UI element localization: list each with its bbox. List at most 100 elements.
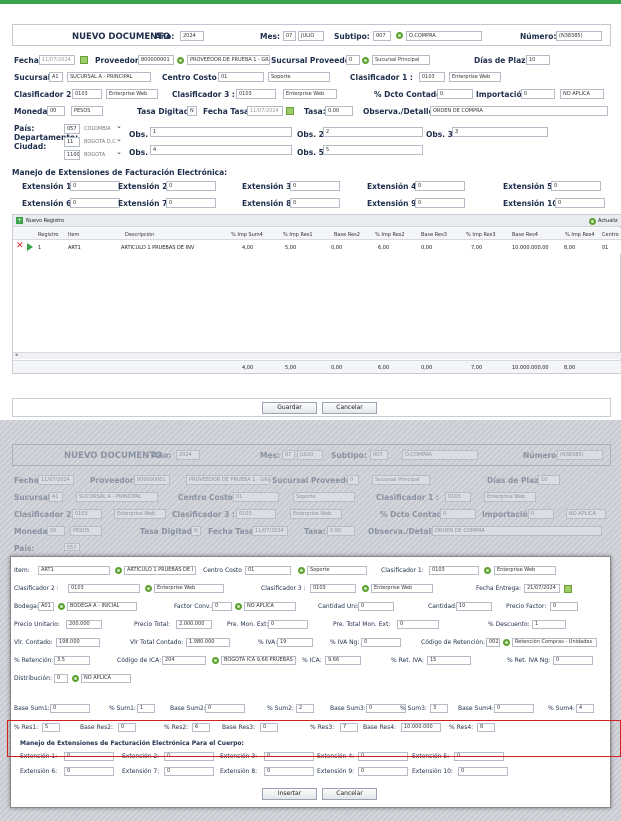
- obs3-input[interactable]: 3: [452, 127, 548, 137]
- proveedor-name-input[interactable]: PROVEEDOR DE PRUEBA 1 - GRAN CONT: [187, 55, 270, 65]
- moneda-name-input[interactable]: PESOS: [71, 106, 103, 116]
- modal-item-desc-input[interactable]: ARTICULO 1 PRUEBAS DE I: [124, 566, 196, 575]
- sucursal-code-input[interactable]: A1: [49, 72, 63, 82]
- modal-clas1-name-input[interactable]: Enterprise Web: [494, 566, 556, 575]
- modal-cc-name-input[interactable]: Soporte: [307, 566, 367, 575]
- extension-5-input[interactable]: 0: [551, 181, 601, 191]
- modal-ret-iva-ng-input[interactable]: 0: [553, 656, 593, 665]
- modal-pre-total-mon-input[interactable]: 0: [397, 620, 439, 629]
- extension-10-input[interactable]: 0: [555, 198, 605, 208]
- centro-costo-name-input[interactable]: Soporte: [268, 72, 330, 82]
- extension-3-input[interactable]: 0: [290, 181, 340, 191]
- modal-clas2-code-input[interactable]: 0103: [68, 584, 140, 593]
- modal-clas2-search-icon[interactable]: [145, 585, 152, 592]
- ciudad-dropdown-chevron-icon[interactable]: ⌄: [116, 148, 122, 156]
- extension-6-input[interactable]: 0: [70, 198, 120, 208]
- modal-distrib-search-icon[interactable]: [72, 675, 79, 682]
- modal-extension-10-input[interactable]: 0: [458, 767, 508, 776]
- modal-fecha-entrega-input[interactable]: 21/07/2024: [524, 584, 560, 593]
- tasa-input[interactable]: 0.00: [325, 106, 353, 116]
- modal-clas3-name-input[interactable]: Enterprise Web: [371, 584, 433, 593]
- scroll-left-icon[interactable]: ◂: [15, 352, 18, 358]
- modal-ret-iva-input[interactable]: 15: [427, 656, 471, 665]
- modal-cant-uni-input[interactable]: 0: [358, 602, 394, 611]
- clasificador2-code-input[interactable]: 0103: [72, 89, 102, 99]
- modal-bodega-code-input[interactable]: A01: [38, 602, 54, 611]
- modal-sum-7-input[interactable]: 0: [494, 704, 534, 713]
- grid-header-1[interactable]: Registro: [38, 232, 58, 238]
- fecha-tasa-calendar-icon[interactable]: [286, 107, 294, 115]
- obs5-input[interactable]: 5: [323, 145, 423, 155]
- update-button[interactable]: Actualiz: [598, 218, 618, 224]
- update-icon[interactable]: [589, 218, 596, 225]
- modal-factor-conv-search-icon[interactable]: [235, 603, 242, 610]
- grid-scrollbar[interactable]: [13, 352, 621, 359]
- grid-header-3[interactable]: Descripción: [125, 232, 154, 238]
- modal-insertar-button[interactable]: Insertar: [262, 788, 317, 800]
- modal-cantidad-input[interactable]: 10: [456, 602, 492, 611]
- grid-header-9[interactable]: % Imp Res3: [466, 232, 496, 238]
- sucursal-name-input[interactable]: SUCURSAL A - PRINCIPAL: [67, 72, 151, 82]
- modal-vlr-contado-input[interactable]: 198.000: [56, 638, 100, 647]
- grid-header-8[interactable]: Base Res3: [421, 232, 447, 238]
- extension-8-input[interactable]: 0: [290, 198, 340, 208]
- departamento-name-select[interactable]: BOGOTA D.C.: [84, 139, 117, 145]
- extension-4-input[interactable]: 0: [415, 181, 465, 191]
- modal-cod-ica-search-icon[interactable]: [212, 657, 219, 664]
- modal-sum-4-input[interactable]: 2: [296, 704, 314, 713]
- dias-plazo-input[interactable]: 10: [526, 55, 550, 65]
- fecha-calendar-icon[interactable]: [80, 56, 88, 64]
- number-input[interactable]: (N38385): [556, 31, 602, 41]
- grid-header-12[interactable]: Centro: [602, 232, 619, 238]
- modal-extension-7-input[interactable]: 0: [164, 767, 214, 776]
- proveedor-code-input[interactable]: 800000001: [138, 55, 174, 65]
- clasificador3-name-input[interactable]: Enterprise Web: [283, 89, 337, 99]
- modal-cod-ica-name-input[interactable]: BOGOTA ICA 9,66 PRUEBAS: [221, 656, 296, 665]
- modal-clas3-code-input[interactable]: 0103: [310, 584, 356, 593]
- modal-ica-input[interactable]: 9.66: [325, 656, 361, 665]
- extension-1-input[interactable]: 0: [70, 181, 120, 191]
- modal-clas1-code-input[interactable]: 0103: [429, 566, 479, 575]
- modal-fecha-entrega-calendar-icon[interactable]: [564, 585, 572, 593]
- obs2-input[interactable]: 2: [323, 127, 423, 137]
- extension-9-input[interactable]: 0: [415, 198, 465, 208]
- year-input[interactable]: 2024: [180, 31, 204, 41]
- modal-factor-conv-name-input[interactable]: NO APLICA: [244, 602, 296, 611]
- modal-sum-6-input[interactable]: 3: [430, 704, 448, 713]
- month-name-input[interactable]: JULIO: [298, 31, 324, 41]
- edit-row-play-icon[interactable]: [27, 243, 33, 251]
- modal-iva-input[interactable]: 19: [277, 638, 313, 647]
- fecha-input[interactable]: 11/07/2024: [39, 55, 75, 65]
- modal-cc-search-icon[interactable]: [298, 567, 305, 574]
- modal-distrib-name-input[interactable]: NO APLICA: [81, 674, 131, 683]
- modal-cod-ret-search-icon[interactable]: [503, 639, 510, 646]
- modal-extension-6-input[interactable]: 0: [64, 767, 114, 776]
- modal-retencion-input[interactable]: 3.5: [54, 656, 90, 665]
- guardar-button[interactable]: Guardar: [262, 402, 317, 414]
- clasificador2-name-input[interactable]: Enterprise Web: [106, 89, 158, 99]
- delete-row-icon[interactable]: ✕: [16, 242, 24, 251]
- add-record-icon[interactable]: +: [16, 217, 23, 224]
- modal-distrib-code-input[interactable]: 0: [54, 674, 68, 683]
- cancelar-button[interactable]: Cancelar: [322, 402, 377, 414]
- grid-header-5[interactable]: % Imp Res1: [283, 232, 313, 238]
- sucursal-proveedor-name-input[interactable]: Sucursal Principal: [372, 55, 430, 65]
- pais-dropdown-chevron-icon[interactable]: ⌄: [116, 122, 122, 130]
- modal-sum-3-input[interactable]: 0: [205, 704, 245, 713]
- ciudad-name-select[interactable]: BOGOTA: [84, 152, 105, 158]
- extension-7-input[interactable]: 0: [166, 198, 216, 208]
- modal-bodega-search-icon[interactable]: [58, 603, 65, 610]
- modal-iva-ng-input[interactable]: 0: [361, 638, 401, 647]
- modal-cod-ica-code-input[interactable]: 204: [162, 656, 206, 665]
- modal-sum-2-input[interactable]: 1: [137, 704, 155, 713]
- modal-precio-unit-input[interactable]: 200.000: [66, 620, 102, 629]
- modal-cod-ret-name-input[interactable]: Retención Compras - Unidades: [512, 638, 597, 647]
- observa-detalle-input[interactable]: ORDEN DE COMPRA: [430, 106, 608, 116]
- pais-name-select[interactable]: COLOMBIA: [84, 126, 111, 132]
- modal-precio-total-input[interactable]: 2.000.000: [176, 620, 212, 629]
- subtype-name-input[interactable]: O.COMPRA: [406, 31, 482, 41]
- modal-sum-8-input[interactable]: 4: [576, 704, 594, 713]
- modal-descuento-input[interactable]: 1: [532, 620, 566, 629]
- centro-costo-code-input[interactable]: 01: [218, 72, 264, 82]
- modal-item-input[interactable]: ART1: [38, 566, 110, 575]
